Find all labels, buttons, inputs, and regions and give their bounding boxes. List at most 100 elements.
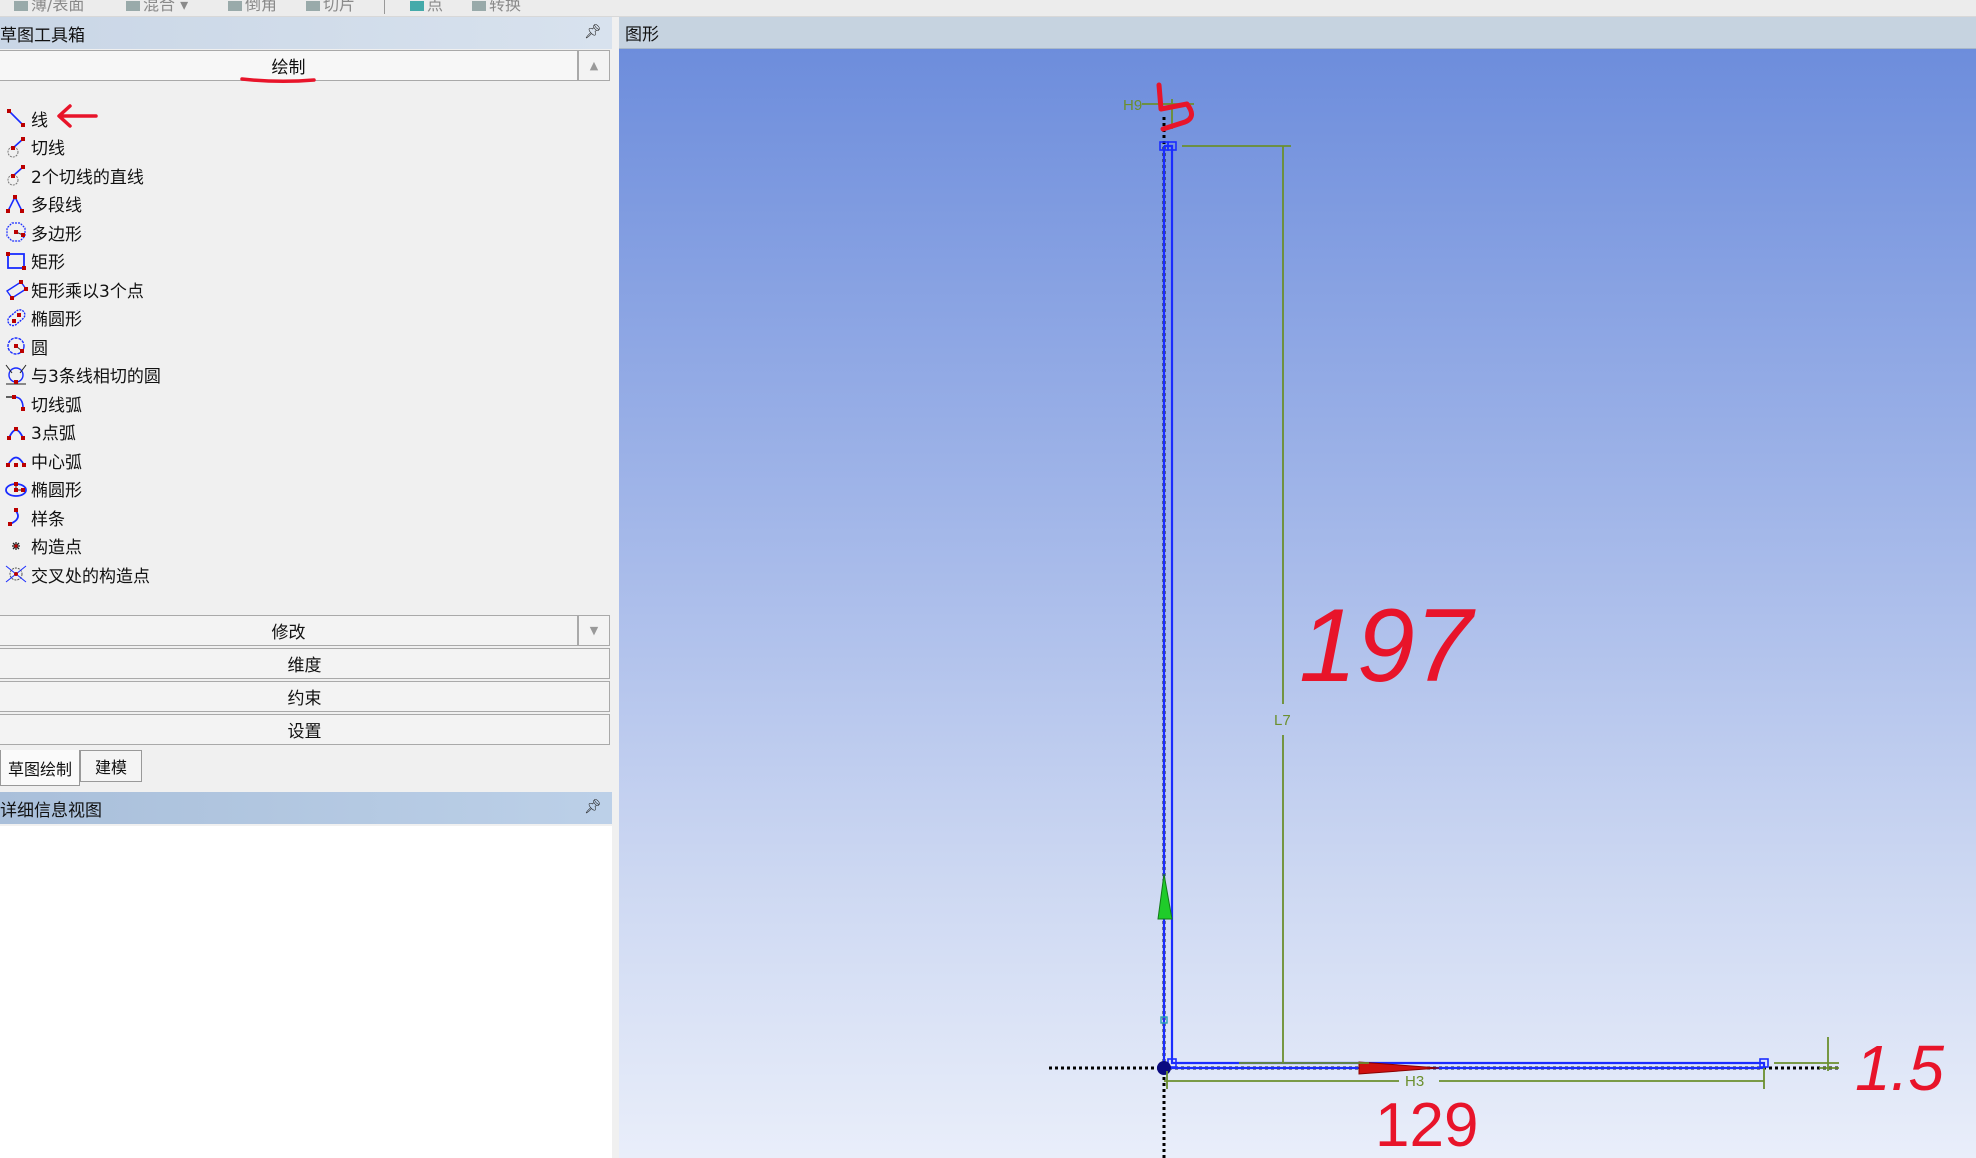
annotation-marks	[1156, 82, 1194, 132]
draw-tool-item[interactable]: 矩形乘以3个点	[4, 276, 144, 302]
section-dimensions[interactable]: 维度	[0, 648, 610, 679]
circle-icon	[7, 337, 25, 355]
section-settings-label: 设置	[287, 722, 322, 742]
intersection-point-icon	[5, 565, 27, 583]
pin-icon[interactable]: 📌︎	[584, 799, 602, 815]
dimension-l7-label[interactable]: L7	[1274, 712, 1291, 729]
draw-tool-label: 矩形乘以3个点	[31, 281, 144, 302]
draw-tool-item[interactable]: 线	[4, 105, 48, 131]
draw-tool-label: 切线	[31, 139, 65, 159]
sketch-drawing: H9 L7 H3 197 129 1.5	[1049, 82, 1944, 1158]
section-settings[interactable]: 设置	[0, 714, 610, 745]
sketch-toolbox-panel: 草图工具箱 📌︎ 绘制 ▲ 线切线 2个切线的直线 多段线 多边形 矩形 矩形乘以3个点椭…	[0, 17, 612, 1158]
graphics-canvas[interactable]: H9 L7 H3 197 129 1.5	[619, 49, 1976, 1158]
draw-tool-item[interactable]: 3点弧	[4, 419, 76, 445]
draw-tool-item[interactable]: 圆	[4, 333, 48, 359]
tab-modeling[interactable]: 建模	[80, 750, 142, 782]
section-modify[interactable]: 修改	[0, 615, 578, 646]
annotation-underline	[240, 77, 316, 84]
scroll-down-button[interactable]: ▼	[578, 615, 610, 646]
chamfer-icon	[228, 0, 242, 11]
graphics-panel: 图形 H9 L7 H3 197 129 1.5	[619, 17, 1976, 1158]
section-dimensions-label: 维度	[287, 656, 322, 676]
rectangle-3pt-icon	[6, 280, 28, 300]
draw-tool-label: 中心弧	[31, 452, 82, 473]
tangent-line-icon	[7, 136, 25, 157]
draw-tool-label: 椭圆形	[31, 481, 82, 501]
sketch-toolbox-header: 草图工具箱 📌︎	[0, 17, 612, 49]
details-view-body	[0, 826, 612, 1158]
draw-tool-label: 圆	[31, 338, 48, 359]
tab-modeling-label: 建模	[94, 758, 127, 777]
ellipse-icon	[5, 481, 27, 497]
toolbar-conversion-button[interactable]: 转换	[472, 0, 521, 15]
toolbar-blend-button[interactable]: 混合 ▾	[126, 0, 188, 15]
draw-tool-item[interactable]: 椭圆形	[4, 305, 82, 331]
toolbar-slice-button[interactable]: 切片	[306, 0, 355, 15]
graphics-title: 图形	[625, 25, 659, 45]
draw-tool-label: 多段线	[31, 196, 82, 216]
toolbar-thin-surface-button[interactable]: 薄/表面	[14, 0, 84, 15]
draw-tool-label: 矩形	[31, 253, 65, 273]
pin-icon[interactable]: 📌︎	[584, 24, 602, 40]
draw-tool-item[interactable]: 多段线	[4, 191, 82, 217]
toolbar-point-button[interactable]: 点	[410, 0, 443, 15]
draw-tool-item[interactable]: 与3条线相切的圆	[4, 362, 161, 388]
draw-tool-item[interactable]: 构造点	[4, 533, 82, 559]
section-constraints-label: 约束	[287, 689, 322, 709]
tangent-arc-icon	[6, 395, 25, 411]
draw-tool-label: 与3条线相切的圆	[31, 367, 161, 387]
dimension-h9-label[interactable]: H9	[1123, 97, 1142, 114]
circle-tangent-3-icon	[5, 364, 27, 384]
dimension-h3[interactable]	[1164, 1068, 1765, 1089]
draw-tool-item[interactable]: 多边形	[4, 219, 82, 245]
center-arc-icon	[6, 456, 26, 467]
arc-3pt-icon	[7, 426, 25, 440]
y-axis-triad-icon	[1157, 873, 1173, 920]
polygon-icon	[6, 222, 26, 242]
draw-tool-item[interactable]: 切线	[4, 134, 65, 160]
draw-tool-item[interactable]: 交叉处的构造点	[4, 561, 150, 587]
annotation-197: 197	[1299, 588, 1477, 704]
origin-point[interactable]	[1157, 1061, 1171, 1075]
section-constraints[interactable]: 约束	[0, 681, 610, 712]
draw-tool-item[interactable]: 中心弧	[4, 447, 82, 473]
sketch-toolbox-title: 草图工具箱	[0, 25, 85, 46]
draw-tool-item[interactable]: 切线弧	[4, 390, 82, 416]
toolbar-chamfer-button[interactable]: 倒角	[228, 0, 277, 15]
rectangle-icon	[6, 251, 26, 270]
point-icon	[410, 0, 424, 11]
mode-tabs: 草图绘制 建模	[0, 750, 612, 786]
draw-tool-label: 3点弧	[31, 424, 76, 444]
draw-tool-label: 交叉处的构造点	[31, 566, 150, 587]
draw-tool-label: 线	[31, 110, 48, 131]
draw-tool-label: 2个切线的直线	[31, 167, 144, 188]
draw-tool-item[interactable]: 椭圆形	[4, 476, 82, 502]
spline-icon	[8, 508, 19, 526]
top-toolbar: 薄/表面 混合 ▾ 倒角 切片 点 转换	[0, 0, 1976, 17]
dimension-h3-label[interactable]: H3	[1405, 1073, 1424, 1090]
graphics-header: 图形	[619, 17, 1976, 49]
draw-tool-item[interactable]: 矩形	[4, 248, 65, 274]
panel-splitter[interactable]	[612, 17, 619, 1158]
annotation-arrow	[57, 104, 98, 128]
draw-tool-item[interactable]: 样条	[4, 504, 65, 530]
slice-icon	[306, 0, 320, 11]
conversion-icon	[472, 0, 486, 11]
toolbar-separator	[384, 0, 385, 14]
thin-surface-icon	[14, 0, 28, 11]
line-tangent-two-icon	[7, 165, 25, 186]
tab-sketching[interactable]: 草图绘制	[0, 750, 80, 786]
draw-tool-label: 切线弧	[31, 395, 82, 416]
scroll-up-button[interactable]: ▲	[578, 50, 610, 81]
draw-tool-item[interactable]: 2个切线的直线	[4, 162, 144, 188]
oval-icon	[7, 308, 26, 326]
draw-tool-label: 椭圆形	[31, 310, 82, 330]
construction-point-icon	[12, 541, 20, 550]
draw-tool-label: 样条	[31, 509, 65, 530]
dimension-thickness[interactable]	[1774, 1037, 1839, 1071]
polyline-icon	[6, 194, 24, 213]
annotation-1-5: 1.5	[1855, 1032, 1944, 1104]
section-modify-label: 修改	[271, 623, 306, 643]
details-view-header: 详细信息视图 📌︎	[0, 792, 612, 824]
